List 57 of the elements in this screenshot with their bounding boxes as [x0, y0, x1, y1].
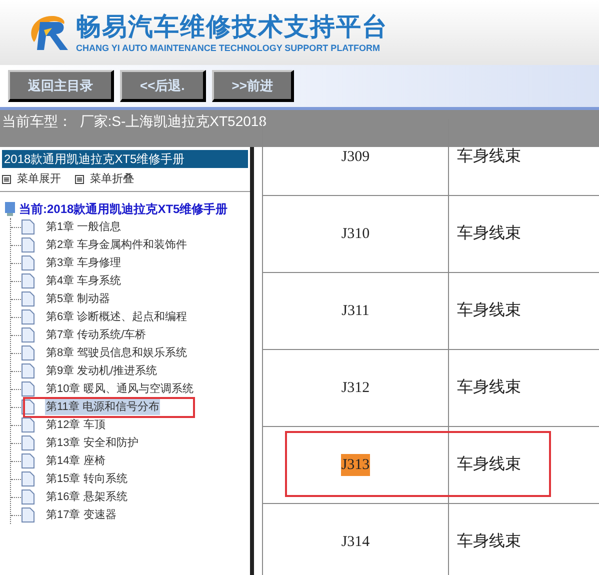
tree-root-label: 当前:2018款通用凯迪拉克XT5维修手册: [19, 201, 228, 218]
document-icon: [21, 327, 35, 343]
chapter-item[interactable]: 第9章 发动机/推进系统: [45, 362, 158, 380]
chapter-item[interactable]: 第3章 车身修理: [45, 254, 122, 272]
document-icon: [21, 291, 35, 307]
table-cell-text: 车身线束: [457, 300, 521, 321]
document-icon: [21, 363, 35, 379]
list-icon: [75, 175, 84, 184]
document-icon: [21, 345, 35, 361]
table-cell-text: 车身线束: [457, 224, 521, 244]
table-cell-text: 车身线束: [457, 532, 521, 552]
chapter-item[interactable]: 第4章 车身系统: [45, 272, 122, 290]
table-cell-text: J314: [341, 532, 370, 552]
table-cell-text: 车身线束: [457, 146, 521, 167]
chapter-item[interactable]: 第10章 暖风、通风与空调系统: [45, 380, 194, 398]
document-icon: [21, 453, 35, 469]
document-icon: [21, 417, 35, 433]
table-cell-text: 车身线束: [457, 378, 521, 398]
chapter-item[interactable]: 第15章 转向系统: [45, 470, 128, 488]
chapter-item[interactable]: 第13章 安全和防护: [45, 434, 140, 452]
document-icon: [21, 237, 35, 253]
chapter-item[interactable]: 第11章 电源和信号分布: [45, 398, 160, 416]
toolbar-button[interactable]: >>前进: [212, 70, 294, 102]
table-cell-text: J312: [341, 378, 370, 398]
table-cell-text: J309: [341, 148, 370, 167]
chapter-item[interactable]: 第16章 悬架系统: [45, 488, 128, 506]
document-icon: [21, 219, 35, 235]
current-model-text: 当前车型： 厂家:S-上海凯迪拉克XT52018: [2, 113, 266, 129]
document-icon: [21, 309, 35, 325]
chapter-item[interactable]: 第17章 变速器: [45, 506, 118, 524]
platform-subtitle: CHANG YI AUTO MAINTENANCE TECHNOLOGY SUPPORT PLATFORM: [76, 42, 382, 54]
table-cell-text: 车身线束: [457, 454, 521, 475]
table-cell: J313: [341, 454, 370, 476]
chapter-item[interactable]: 第1章 一般信息: [45, 218, 122, 236]
chapter-item[interactable]: 第2章 车身金属构件和装饰件: [45, 236, 188, 254]
document-icon: [21, 507, 35, 523]
document-icon: [21, 489, 35, 505]
menu-toggle-link[interactable]: 菜单折叠: [75, 171, 134, 188]
chapter-item[interactable]: 第7章 传动系统/车桥: [45, 326, 148, 344]
toolbar-button[interactable]: 返回主目录: [8, 70, 114, 102]
sidebar-title: 2018款通用凯迪拉克XT5维修手册: [2, 150, 248, 168]
table-cell-text: J310: [341, 224, 370, 244]
computer-icon: [4, 201, 16, 217]
chapter-item[interactable]: 第14章 座椅: [45, 452, 106, 470]
chapter-item[interactable]: 第5章 制动器: [45, 290, 112, 308]
document-icon: [21, 381, 35, 397]
table-cell-text: J311: [342, 302, 370, 321]
document-icon: [21, 471, 35, 487]
document-icon: [21, 273, 35, 289]
chapter-item[interactable]: 第6章 诊断概述、起点和编程: [45, 308, 188, 326]
toolbar-button[interactable]: <<后退.: [120, 70, 206, 102]
chapter-item[interactable]: 第8章 驾驶员信息和娱乐系统: [45, 344, 188, 362]
document-icon: [21, 435, 35, 451]
platform-title: 畅易汽车维修技术支持平台: [76, 12, 388, 42]
chapter-item[interactable]: 第12章 车顶: [45, 416, 106, 434]
menu-toggle-link[interactable]: 菜单展开: [2, 171, 61, 188]
document-icon: [21, 255, 35, 271]
